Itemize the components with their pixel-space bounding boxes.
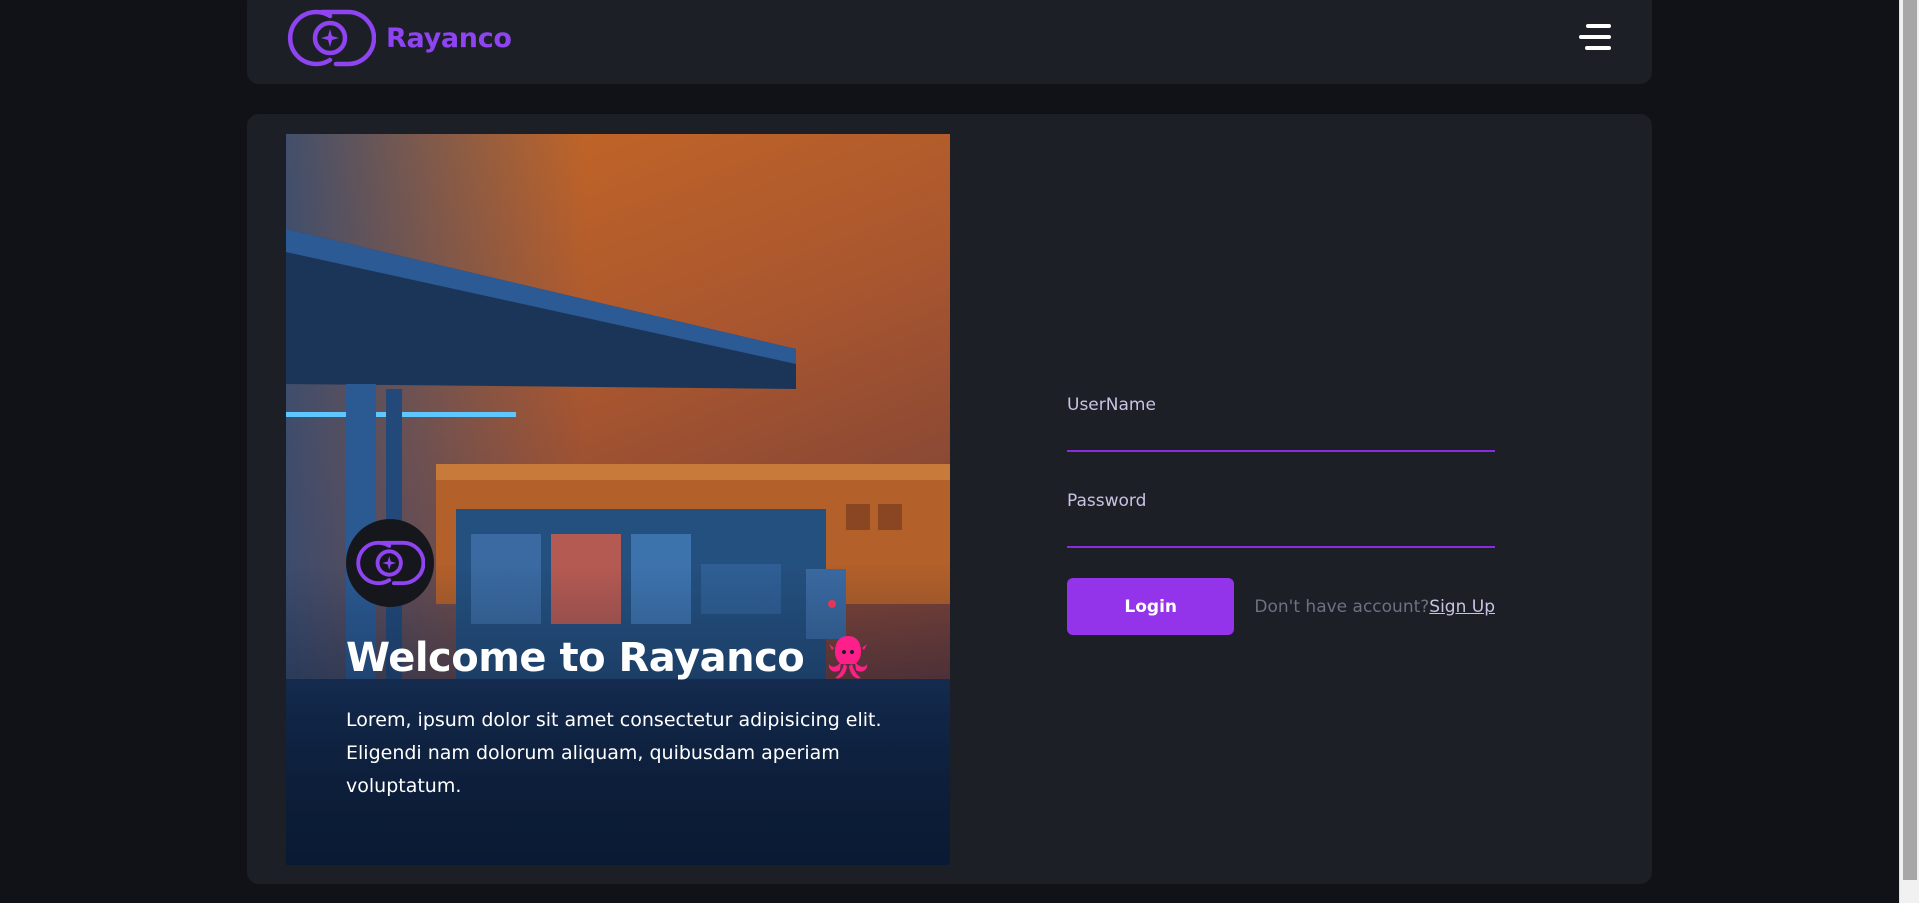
menu-line xyxy=(1579,35,1611,39)
form-actions: Login Don't have account?Sign Up xyxy=(1067,578,1495,635)
login-form: UserName Password Login Don't have accou… xyxy=(1067,394,1495,635)
password-input[interactable] xyxy=(1067,512,1495,548)
navbar: Rayanco xyxy=(247,0,1652,84)
hero-logo-avatar xyxy=(346,519,434,607)
hero-panel: Welcome to Rayanco Lorem, ipsum dolor si… xyxy=(286,134,950,865)
login-card: Welcome to Rayanco Lorem, ipsum dolor si… xyxy=(247,114,1652,884)
vertical-scrollbar[interactable] xyxy=(1899,0,1919,903)
menu-line xyxy=(1586,24,1611,28)
password-label: Password xyxy=(1067,491,1147,511)
signup-prompt-text: Don't have account? xyxy=(1254,596,1430,617)
username-label: UserName xyxy=(1067,395,1156,415)
username-field-group: UserName xyxy=(1067,394,1495,452)
username-input[interactable] xyxy=(1067,416,1495,452)
scrollbar-thumb[interactable] xyxy=(1903,0,1917,880)
page: Rayanco Welcome to Rayanco Lorem, ipsum … xyxy=(0,0,1919,903)
brand[interactable]: Rayanco xyxy=(286,6,512,70)
signup-prompt: Don't have account?Sign Up xyxy=(1254,597,1495,617)
hero-title-row: Welcome to Rayanco xyxy=(346,634,870,682)
rayanco-logo-icon xyxy=(356,540,425,586)
password-field-group: Password xyxy=(1067,490,1495,548)
hero-title: Welcome to Rayanco xyxy=(346,635,805,681)
hamburger-menu-icon[interactable] xyxy=(1577,24,1611,54)
menu-line xyxy=(1585,46,1611,50)
octopus-icon xyxy=(829,636,868,679)
brand-name: Rayanco xyxy=(386,22,512,54)
hero-description: Lorem, ipsum dolor sit amet consectetur … xyxy=(346,709,882,797)
signup-link[interactable]: Sign Up xyxy=(1429,597,1495,617)
login-button[interactable]: Login xyxy=(1067,578,1235,635)
rayanco-logo-icon xyxy=(287,9,376,67)
